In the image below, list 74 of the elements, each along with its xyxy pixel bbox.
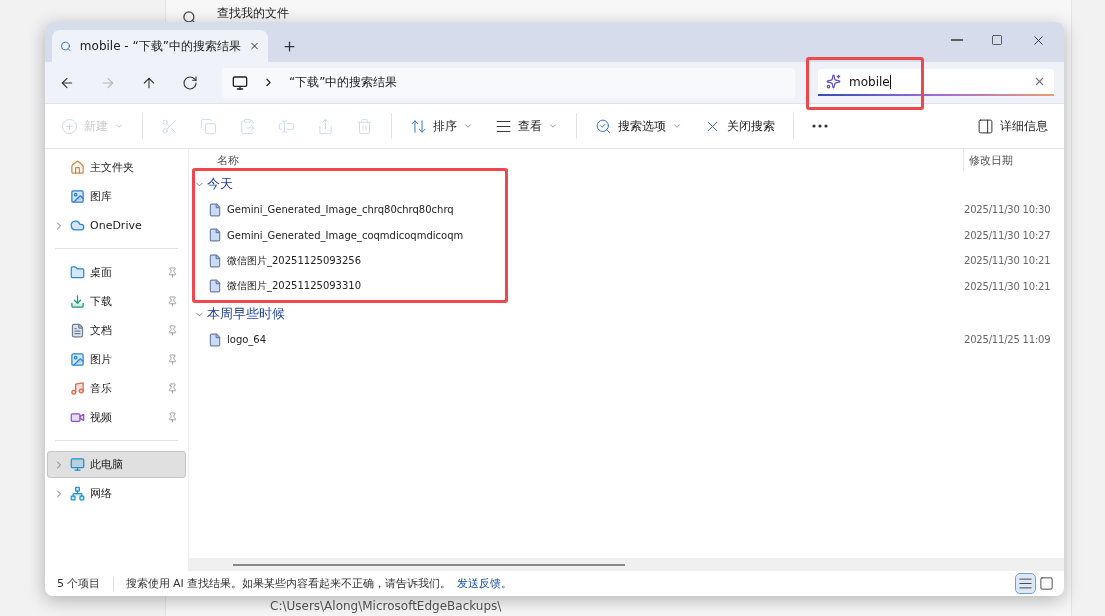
video-icon	[70, 410, 85, 425]
close-search-button[interactable]: 关闭搜索	[698, 113, 781, 139]
details-button[interactable]: 详细信息	[971, 113, 1054, 139]
document-icon	[70, 323, 85, 338]
background-label: 查找我的文件	[217, 5, 289, 22]
sidebar-item[interactable]: 视频	[47, 404, 186, 431]
sort-button[interactable]: 排序	[404, 113, 479, 139]
tiles-view-icon	[1039, 576, 1054, 591]
copy-icon	[200, 117, 217, 135]
clipboard-icon	[239, 117, 256, 135]
monitor-icon	[70, 457, 85, 472]
ai-search-icon	[826, 74, 841, 89]
item-count: 5 个项目	[57, 576, 101, 591]
plus-circle-icon	[61, 117, 78, 135]
network-icon	[70, 486, 85, 501]
file-icon	[208, 332, 222, 347]
share-icon	[317, 117, 334, 135]
folder-icon	[70, 265, 85, 280]
details-view-button[interactable]	[1016, 574, 1035, 593]
group-header[interactable]: 本周早些时候	[189, 301, 1064, 327]
sidebar-item[interactable]: 桌面	[47, 259, 186, 286]
background-path: C:\Users\Along\MicrosoftEdgeBackups\	[270, 599, 502, 613]
file-icon	[208, 202, 222, 217]
rename-icon	[278, 117, 295, 135]
scissors-icon	[161, 117, 178, 135]
view-button[interactable]: 查看	[489, 113, 564, 139]
image-icon	[70, 352, 85, 367]
file-icon	[208, 253, 222, 268]
sidebar-item[interactable]: 此电脑	[47, 451, 186, 478]
sidebar-item[interactable]: 下载	[47, 288, 186, 315]
more-icon	[812, 124, 828, 128]
music-icon	[70, 381, 85, 396]
sidebar-item[interactable]: 网络	[47, 480, 186, 507]
file-row[interactable]: 微信图片_20251125093256 2025/11/30 10:21	[189, 248, 1064, 274]
search-field[interactable]: mobile	[818, 69, 1054, 96]
column-header[interactable]: 修改日期	[963, 149, 1064, 171]
details-view-icon	[1018, 576, 1033, 591]
search-options-button[interactable]: 搜索选项	[589, 113, 688, 139]
sidebar-item[interactable]: 文档	[47, 317, 186, 344]
monitor-icon	[232, 74, 248, 91]
column-header[interactable]: 名称	[189, 152, 963, 168]
search-icon	[182, 10, 197, 25]
download-icon	[70, 294, 85, 309]
group-header[interactable]: 今天	[189, 171, 1064, 197]
sort-icon	[410, 117, 427, 135]
tiles-view-button[interactable]	[1037, 574, 1056, 593]
file-row[interactable]: logo_64 2025/11/25 11:09	[189, 327, 1064, 353]
status-message: 搜索使用 AI 查找结果。如果某些内容看起来不正确，请告诉我们。 发送反馈。	[125, 576, 513, 591]
address-bar[interactable]: “下载”中的搜索结果	[222, 67, 795, 98]
home-icon	[70, 160, 85, 175]
search-icon	[60, 38, 72, 54]
maximize-icon	[991, 34, 1003, 46]
search-options-icon	[595, 117, 612, 135]
window-tab[interactable]: mobile - “下载”中的搜索结果	[52, 30, 268, 62]
minimize-icon	[951, 39, 963, 41]
sidebar-item[interactable]: OneDrive	[47, 212, 186, 239]
sidebar-item[interactable]: 主文件夹	[47, 154, 186, 181]
file-row[interactable]: 微信图片_20251125093310 2025/11/30 10:21	[189, 273, 1064, 299]
horizontal-scrollbar[interactable]	[189, 558, 1064, 571]
feedback-link[interactable]: 发送反馈。	[457, 577, 513, 590]
sidebar-item[interactable]: 图片	[47, 346, 186, 373]
file-icon	[208, 279, 222, 294]
panel-icon	[977, 117, 994, 135]
cloud-icon	[70, 218, 85, 233]
refresh-icon	[182, 74, 198, 91]
clear-icon[interactable]	[1033, 75, 1046, 88]
file-row[interactable]: Gemini_Generated_Image_chrq80chrq80chrq 2025/11/30 10:30	[189, 197, 1064, 223]
plus-icon	[282, 39, 297, 54]
image-icon	[70, 189, 85, 204]
sidebar-item[interactable]: 音乐	[47, 375, 186, 402]
file-icon	[208, 228, 222, 243]
trash-icon	[356, 117, 373, 135]
sidebar-item[interactable]: 图库	[47, 183, 186, 210]
file-row[interactable]: Gemini_Generated_Image_coqmdicoqmdicoqm 2025/11/30 10:27	[189, 222, 1064, 248]
